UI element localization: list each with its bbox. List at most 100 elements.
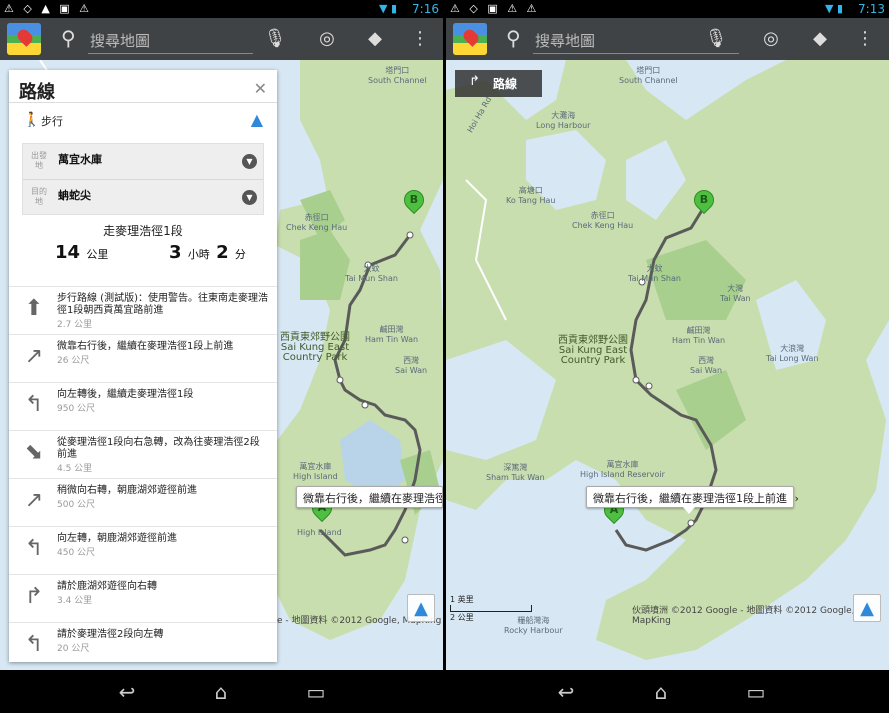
place-chek-keng-hau: 赤徑口 Chek Keng Hau [572,211,634,230]
destination-menu-icon[interactable]: ▼ [242,190,257,205]
place-sai-kung-east: 西貢東郊野公園 Sai Kung East Country Park [280,332,350,363]
notification-icons: ⚠ ◇ ▣ ⚠ ⚠ [450,2,540,15]
direction-step[interactable]: ↰ 請於麥理浩徑2段向左轉 20 公尺 [9,622,277,662]
map-step-tooltip[interactable]: 微靠右行後，繼續在麥理浩徑1段上前進 › [586,486,799,514]
chevron-right-icon: › [794,492,799,505]
place-south-channel: 塔門口 South Channel [368,66,427,85]
place-ham-tin-wan: 鹹田灣 Ham Tin Wan [672,326,726,345]
hours-unit: 小時 [187,248,210,261]
wifi-battery-icon: ▼ ▮ [378,2,397,15]
search-input[interactable]: 搜尋地圖 [535,30,595,51]
search-icon[interactable]: ⚲ [506,26,521,50]
map-step-tooltip[interactable]: 微靠右行後，繼續在麥理浩徑1段上前進 [296,486,443,508]
overflow-menu-icon[interactable]: ⋮ [408,27,432,51]
status-bar: ⚠ ◇ ▣ ⚠ ⚠ ▼ ▮ 7:13 [446,0,889,18]
step-distance: 26 公尺 [57,356,90,366]
step-instruction: 步行路線 (測試版)：使用警告。往東南走麥理浩徑1段朝西貢萬宜路前進 [57,293,268,316]
step-instruction: 請於鹿湖郊遊徑向右轉 [57,581,157,592]
direction-step[interactable]: ↱ 請於鹿湖郊遊徑向右轉 3.4 公里 [9,574,277,622]
overflow-menu-icon[interactable]: ⋮ [853,27,877,51]
search-underline [88,53,253,54]
divider [23,179,263,180]
turn-right-icon: ↱ [469,74,480,89]
slight-right-icon: ↗ [24,344,44,369]
destination-field[interactable]: 蚺蛇尖 [58,187,91,203]
map-view[interactable]: 塔門口 South Channel 大灘海 Long Harbour 高塘口 Ko T… [446,60,889,670]
walking-icon[interactable]: 🚶 [23,112,40,128]
system-nav-bar: ↩ ⌂ ▭ [0,670,443,713]
turn-left-icon: ↰ [24,632,44,657]
turn-right-icon: ↱ [24,584,44,609]
close-icon[interactable]: ✕ [254,79,267,98]
direction-step[interactable]: ↗ 稍微向右轉，朝鹿湖郊遊徑前進 500 公尺 [9,478,277,526]
directions-icon[interactable]: ◆ [808,27,832,51]
direction-step[interactable]: ↰ 向左轉，朝鹿湖郊遊徑前進 450 公尺 [9,526,277,574]
home-icon[interactable]: ⌂ [201,680,241,704]
status-time: 7:13 [858,2,885,16]
maps-logo-icon[interactable] [453,23,487,55]
origin-field[interactable]: 萬宜水庫 [58,151,102,167]
origin-label: 出發地 [31,151,47,170]
slight-right-icon: ↗ [24,488,44,513]
place-sai-kung-east: 西貢東郊野公園 Sai Kung East Country Park [558,335,628,366]
travel-mode[interactable]: 步行 [41,113,63,129]
directions-icon[interactable]: ◆ [363,27,387,51]
status-time: 7:16 [412,2,439,16]
search-input[interactable]: 搜尋地圖 [90,30,150,51]
marker-b[interactable]: B [689,185,719,220]
my-location-icon[interactable]: ◎ [759,27,783,51]
step-distance: 4.5 公里 [57,464,93,474]
origin-menu-icon[interactable]: ▼ [242,154,257,169]
directions-button[interactable]: ↱ 路線 [455,70,542,97]
minutes-unit: 分 [234,248,246,261]
place-high-island-res: 萬宜水庫 High Island Reservoir [580,460,665,479]
place-long-harbour: 大灘海 Long Harbour [536,111,591,130]
step-instruction: 向左轉，朝鹿湖郊遊徑前進 [57,533,177,544]
status-bar: ⚠ ◇ ▲ ▣ ⚠ ▼ ▮ 7:16 [0,0,443,18]
recent-apps-icon[interactable]: ▭ [296,680,336,704]
my-location-icon[interactable]: ◎ [315,27,339,51]
compass-icon[interactable]: ▲ [853,594,881,622]
step-distance: 20 公尺 [57,644,90,654]
step-instruction: 向左轉後，繼續走麥理浩徑1段 [57,389,194,400]
compass-icon[interactable]: ▲ [407,594,435,622]
step-distance: 2.7 公里 [57,320,93,330]
microphone-icon[interactable]: 🎙 [263,27,287,51]
place-tai-wan: 大灣 Tai Wan [720,284,751,303]
destination-label: 目的地 [31,187,47,206]
place-ko-tang-hau: 高塘口 Ko Tang Hau [506,186,556,205]
direction-step[interactable]: ↰ 向左轉後，繼續走麥理浩徑1段 950 公尺 [9,382,277,430]
home-icon[interactable]: ⌂ [641,680,681,704]
right-screen: ⚠ ◇ ▣ ⚠ ⚠ ▼ ▮ 7:13 塔門口 South Channel 大灘海 L… [446,0,889,713]
back-icon[interactable]: ↩ [107,680,147,704]
direction-step[interactable]: ⬊ 從麥理浩徑1段向右急轉，改為往麥理浩徑2段前進 4.5 公里 [9,430,277,478]
map-attribution: 伙頭墳洲 ©2012 Google - 地圖資料 ©2012 Google, M… [632,606,855,626]
directions-button-label: 路線 [493,77,518,91]
map-canvas [446,60,889,670]
back-icon[interactable]: ↩ [546,680,586,704]
place-tai-mun-shan: 大蚊 Tai Mun Shan [628,264,681,283]
left-screen: ⚠ ◇ ▲ ▣ ⚠ ▼ ▮ 7:16 塔門口 South Channel 赤徑口 C… [0,0,443,713]
place-tai-long-wan: 大浪灣 Tai Long Wan [766,344,819,363]
recent-apps-icon[interactable]: ▭ [736,680,776,704]
distance-value: 14 [55,242,81,263]
step-instruction: 從麥理浩徑1段向右急轉，改為往麥理浩徑2段前進 [57,437,260,460]
direction-step[interactable]: ⬆ 步行路線 (測試版)：使用警告。往東南走麥理浩徑1段朝西貢萬宜路前進 2.7 公… [9,286,277,334]
step-instruction: 請於麥理浩徑2段向左轉 [57,629,164,640]
search-icon[interactable]: ⚲ [61,26,76,50]
microphone-icon[interactable]: 🎙 [704,27,728,51]
maps-logo-icon[interactable] [7,23,41,55]
route-distance: 14 公里 [55,242,108,263]
step-distance: 950 公尺 [57,404,96,414]
marker-b[interactable]: B [399,185,429,220]
action-bar: ⚲ 搜尋地圖 🎙 ◎ ◆ ⋮ [446,18,889,60]
scale-km: 2 公里 [450,613,474,622]
scale-miles: 1 英里 [450,595,474,604]
navigation-arrow-icon[interactable]: ▲ [251,110,263,129]
direction-step[interactable]: ↗ 微靠右行後，繼續在麥理浩徑1段上前進 26 公尺 [9,334,277,382]
divider [9,102,277,103]
route-endpoints: 出發地 萬宜水庫 ▼ 目的地 蚺蛇尖 ▼ [22,143,264,215]
wifi-battery-icon: ▼ ▮ [824,2,843,15]
turn-left-icon: ↰ [24,392,44,417]
sharp-right-icon: ⬊ [24,440,44,465]
